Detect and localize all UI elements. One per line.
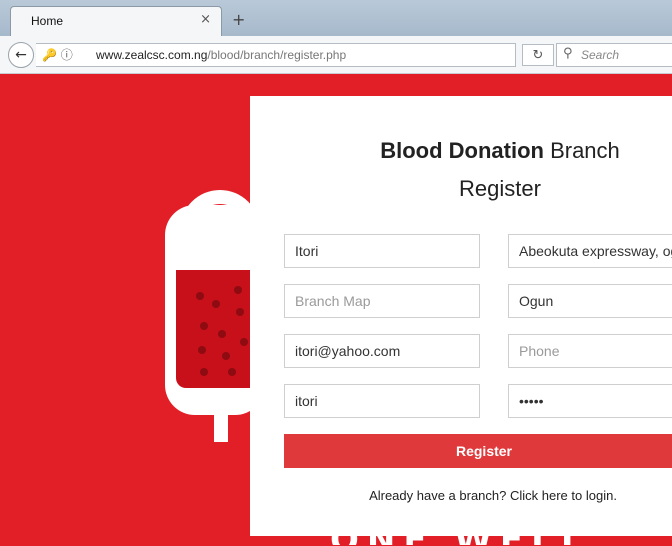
browser-nav-bar: ← 🔑 ⓘ www.zealcsc.com.ng/blood/branch/re… [0, 36, 672, 74]
blood-bag-tube [214, 410, 228, 442]
back-arrow-icon[interactable]: ← [8, 42, 34, 68]
email-field[interactable] [284, 334, 480, 368]
site-identity-icon[interactable]: 🔑 ⓘ [42, 46, 73, 63]
browser-tab[interactable]: Home × [10, 6, 222, 36]
blood-cell-dot [228, 368, 236, 376]
register-button[interactable]: Register [284, 434, 672, 468]
url-domain: www.zealcsc.com.ng [96, 48, 208, 62]
address-field[interactable] [508, 234, 672, 268]
form-title: Blood Donation Branch [250, 138, 672, 164]
register-card: Blood Donation Branch Register Register … [250, 96, 672, 536]
search-input[interactable]: ⚲ Search [556, 43, 672, 67]
phone-field[interactable] [508, 334, 672, 368]
branch-name-field[interactable] [284, 234, 480, 268]
blood-cell-dot [240, 338, 248, 346]
blood-cell-dot [222, 352, 230, 360]
blood-cell-dot [236, 308, 244, 316]
blood-cell-dot [200, 322, 208, 330]
password-field[interactable] [508, 384, 672, 418]
search-placeholder: Search [581, 48, 620, 62]
blood-cell-dot [212, 300, 220, 308]
username-field[interactable] [284, 384, 480, 418]
blood-cell-dot [200, 368, 208, 376]
url-bar[interactable]: 🔑 ⓘ www.zealcsc.com.ng/blood/branch/regi… [36, 43, 516, 67]
form-title-bold: Blood Donation [380, 138, 544, 163]
form-title-rest: Branch [543, 138, 620, 163]
reload-icon[interactable]: ↻ [522, 44, 554, 66]
state-field[interactable] [508, 284, 672, 318]
form-subtitle: Register [459, 176, 541, 201]
close-icon[interactable]: × [200, 12, 211, 27]
blood-cell-dot [234, 286, 242, 294]
branch-map-field[interactable] [284, 284, 480, 318]
tab-title: Home [31, 14, 64, 28]
browser-tab-strip: Home × + [0, 0, 672, 36]
blood-cell-dot [198, 346, 206, 354]
search-icon: ⚲ [563, 46, 573, 61]
blood-cell-dot [218, 330, 226, 338]
url-text: www.zealcsc.com.ng/blood/branch/register… [96, 48, 346, 62]
new-tab-button[interactable]: + [232, 10, 245, 29]
login-link[interactable]: Already have a branch? Click here to log… [250, 488, 672, 503]
url-path: /blood/branch/register.php [207, 48, 347, 62]
blood-cell-dot [196, 292, 204, 300]
